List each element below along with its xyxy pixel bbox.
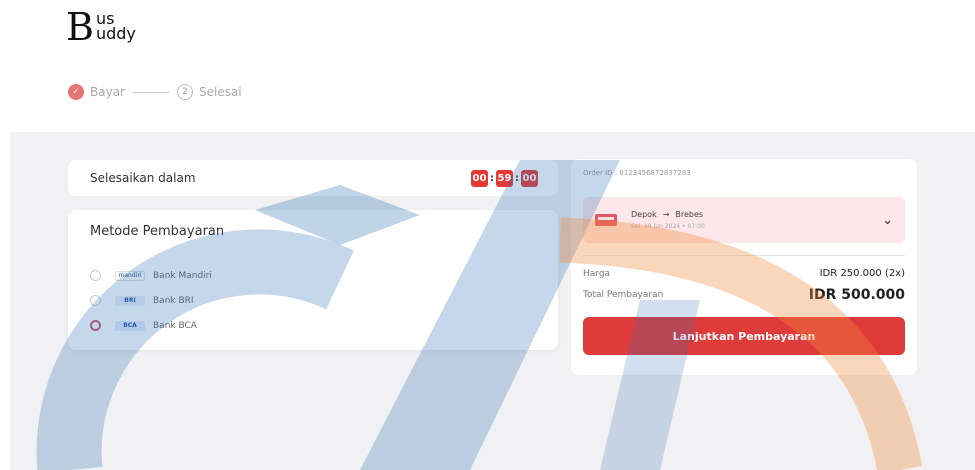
radio-button[interactable]: [90, 295, 101, 306]
price-value: IDR 250.000 (2x): [819, 268, 905, 279]
timer-separator: :: [490, 172, 494, 184]
order-summary-card: Order ID : 0123456872837283 Depok → Breb…: [571, 159, 917, 375]
bri-logo-icon: BRI: [115, 295, 145, 306]
dot-separator: •: [682, 223, 686, 230]
route-time: 07:00: [687, 223, 705, 230]
step-label-selesai: Selesai: [198, 85, 242, 99]
timer-separator: :: [515, 172, 519, 184]
logo-bottom: uddy: [95, 24, 136, 43]
radio-button[interactable]: [90, 270, 101, 281]
route-origin: Depok: [631, 210, 657, 219]
payment-option-label: Bank BCA: [153, 320, 197, 331]
step-label-bayar: Bayar: [90, 85, 125, 99]
progress-steps: ✓ Bayar 2 Selesai: [68, 84, 242, 100]
radio-button-selected[interactable]: [90, 320, 101, 331]
price-label: Harga: [583, 268, 611, 279]
logo-words: us uddy: [96, 11, 136, 46]
timer-minutes: 59: [496, 169, 513, 187]
brand-logo[interactable]: B us uddy: [66, 8, 136, 46]
payment-option-label: Bank BRI: [153, 295, 194, 306]
payment-methods-card: Metode Pembayaran mandiri Bank Mandiri B…: [68, 210, 558, 350]
payment-option-bca[interactable]: BCA Bank BCA: [90, 313, 536, 338]
route-info: Depok → Brebes Sel, 18 Jun 2024 • 07:00: [631, 210, 882, 230]
bus-icon: [595, 214, 617, 226]
payment-option-mandiri[interactable]: mandiri Bank Mandiri: [90, 263, 536, 288]
timer-hours: 00: [471, 169, 488, 187]
step-number-icon: 2: [176, 84, 193, 100]
logo-letter: B: [66, 5, 94, 49]
step-done-check-icon: ✓: [68, 84, 84, 100]
arrow-right-icon: →: [662, 210, 670, 219]
route-date: Sel, 18 Jun 2024: [631, 223, 681, 230]
countdown-label: Selesaikan dalam: [90, 171, 196, 185]
timer-seconds: 00: [521, 169, 538, 187]
total-value: IDR 500.000: [808, 287, 905, 303]
route-destination: Brebes: [675, 210, 704, 219]
payment-option-label: Bank Mandiri: [153, 270, 212, 281]
continue-payment-button[interactable]: Lanjutkan Pembayaran: [583, 317, 905, 355]
route-accordion[interactable]: Depok → Brebes Sel, 18 Jun 2024 • 07:00 …: [583, 197, 905, 243]
chevron-down-icon[interactable]: ⌄: [882, 213, 893, 228]
mandiri-logo-icon: mandiri: [115, 270, 145, 281]
total-row: Total Pembayaran IDR 500.000: [583, 287, 905, 303]
step-connector: [132, 91, 169, 93]
countdown-timer: 00 : 59 : 00: [471, 169, 538, 187]
bca-logo-icon: BCA: [115, 320, 145, 331]
order-id: Order ID : 0123456872837283: [583, 169, 691, 177]
countdown-card: Selesaikan dalam 00 : 59 : 00: [68, 160, 558, 196]
price-row: Harga IDR 250.000 (2x): [583, 268, 905, 279]
payment-methods-title: Metode Pembayaran: [90, 224, 225, 239]
total-label: Total Pembayaran: [583, 290, 664, 300]
payment-option-bri[interactable]: BRI Bank BRI: [90, 288, 536, 313]
divider: [583, 255, 905, 256]
